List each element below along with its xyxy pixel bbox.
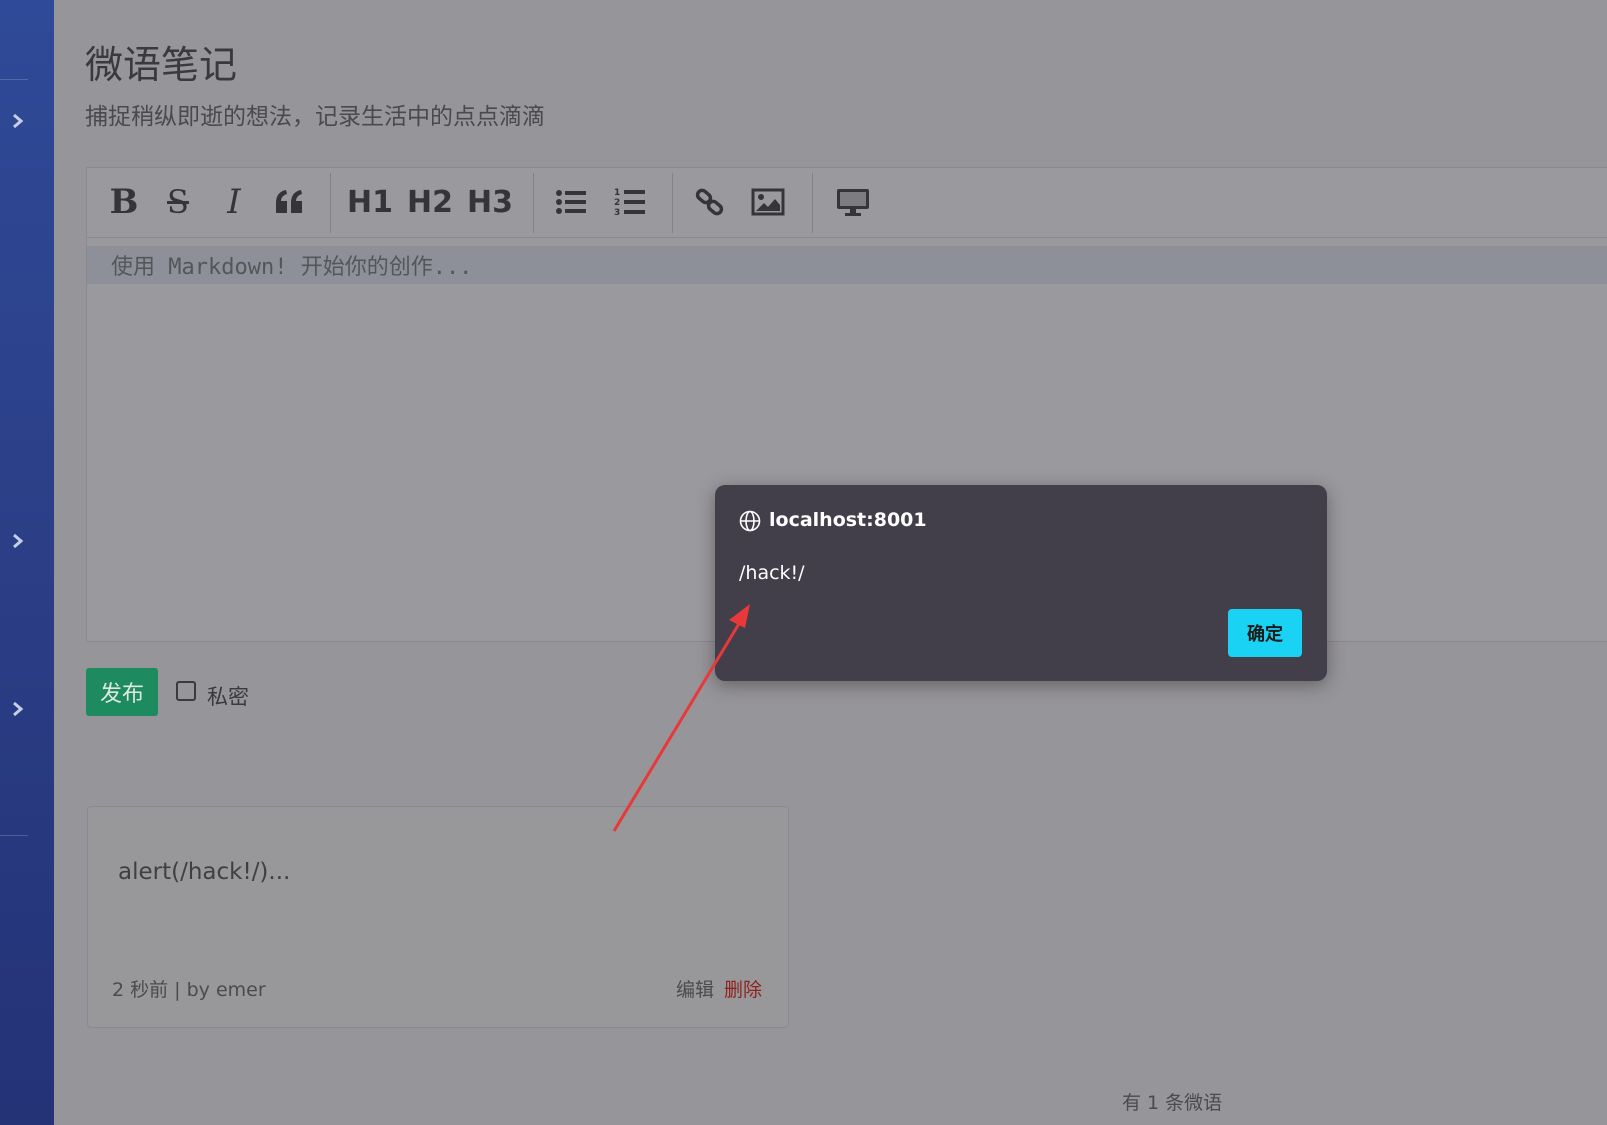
note-content: alert(/hack!/)... xyxy=(118,859,291,885)
delete-link[interactable]: 删除 xyxy=(724,975,762,1002)
toolbar-divider xyxy=(812,173,813,233)
chevron-right-icon[interactable] xyxy=(11,700,25,718)
editor-placeholder: 使用 Markdown! 开始你的创作... xyxy=(111,255,473,280)
italic-icon: I xyxy=(227,182,241,222)
publish-button[interactable]: 发布 xyxy=(86,668,158,716)
svg-text:3: 3 xyxy=(614,208,620,217)
chevron-right-icon[interactable] xyxy=(11,112,25,130)
note-card: alert(/hack!/)... 2 秒前 | by emer 编辑 删除 xyxy=(87,806,789,1028)
dialog-message: /hack!/ xyxy=(739,562,805,584)
h2-button[interactable]: H2 xyxy=(407,182,453,222)
bold-icon: B xyxy=(109,182,139,222)
ok-button[interactable]: 确定 xyxy=(1228,609,1302,657)
image-button[interactable] xyxy=(750,182,786,222)
editor-input[interactable]: 使用 Markdown! 开始你的创作... xyxy=(87,246,1607,284)
private-label: 私密 xyxy=(207,685,249,709)
sidebar-divider xyxy=(0,835,28,836)
preview-monitor-icon xyxy=(836,187,870,217)
h3-button[interactable]: H3 xyxy=(467,182,513,222)
svg-text:2: 2 xyxy=(614,198,620,208)
ordered-list-button[interactable]: 1 2 3 xyxy=(613,182,647,222)
italic-button[interactable]: I xyxy=(217,182,251,222)
h1-button[interactable]: H1 xyxy=(347,182,393,222)
quote-button[interactable] xyxy=(271,182,307,222)
unordered-list-icon xyxy=(555,189,587,215)
private-checkbox[interactable] xyxy=(176,681,196,701)
dialog-origin: localhost:8001 xyxy=(769,509,927,531)
page-subtitle: 捕捉稍纵即逝的想法，记录生活中的点点滴滴 xyxy=(85,104,545,130)
preview-button[interactable] xyxy=(834,182,872,222)
page-title: 微语笔记 xyxy=(85,43,238,87)
quote-icon xyxy=(274,189,304,215)
svg-text:1: 1 xyxy=(614,188,620,198)
note-meta: 2 秒前 | by emer xyxy=(112,979,266,1001)
image-icon xyxy=(751,188,785,216)
note-count: 有 1 条微语 xyxy=(1122,1092,1223,1114)
sidebar xyxy=(0,0,54,1125)
link-icon xyxy=(695,187,725,217)
link-button[interactable] xyxy=(693,182,727,222)
globe-icon xyxy=(739,510,761,532)
chevron-right-icon[interactable] xyxy=(11,532,25,550)
editor-toolbar: B S I H1 H2 H3 1 2 3 xyxy=(87,168,1607,238)
bold-button[interactable]: B xyxy=(107,182,141,222)
ordered-list-icon: 1 2 3 xyxy=(614,187,646,217)
h1-icon: H1 xyxy=(347,184,393,220)
toolbar-divider xyxy=(533,173,534,233)
sidebar-divider xyxy=(0,79,28,80)
h3-icon: H3 xyxy=(467,184,513,220)
strikethrough-icon: S xyxy=(167,183,189,221)
unordered-list-button[interactable] xyxy=(554,182,588,222)
toolbar-divider xyxy=(330,173,331,233)
h2-icon: H2 xyxy=(407,184,453,220)
strikethrough-button[interactable]: S xyxy=(161,182,195,222)
toolbar-divider xyxy=(672,173,673,233)
alert-dialog: localhost:8001 /hack!/ 确定 xyxy=(715,485,1327,681)
edit-link[interactable]: 编辑 xyxy=(676,975,714,1002)
